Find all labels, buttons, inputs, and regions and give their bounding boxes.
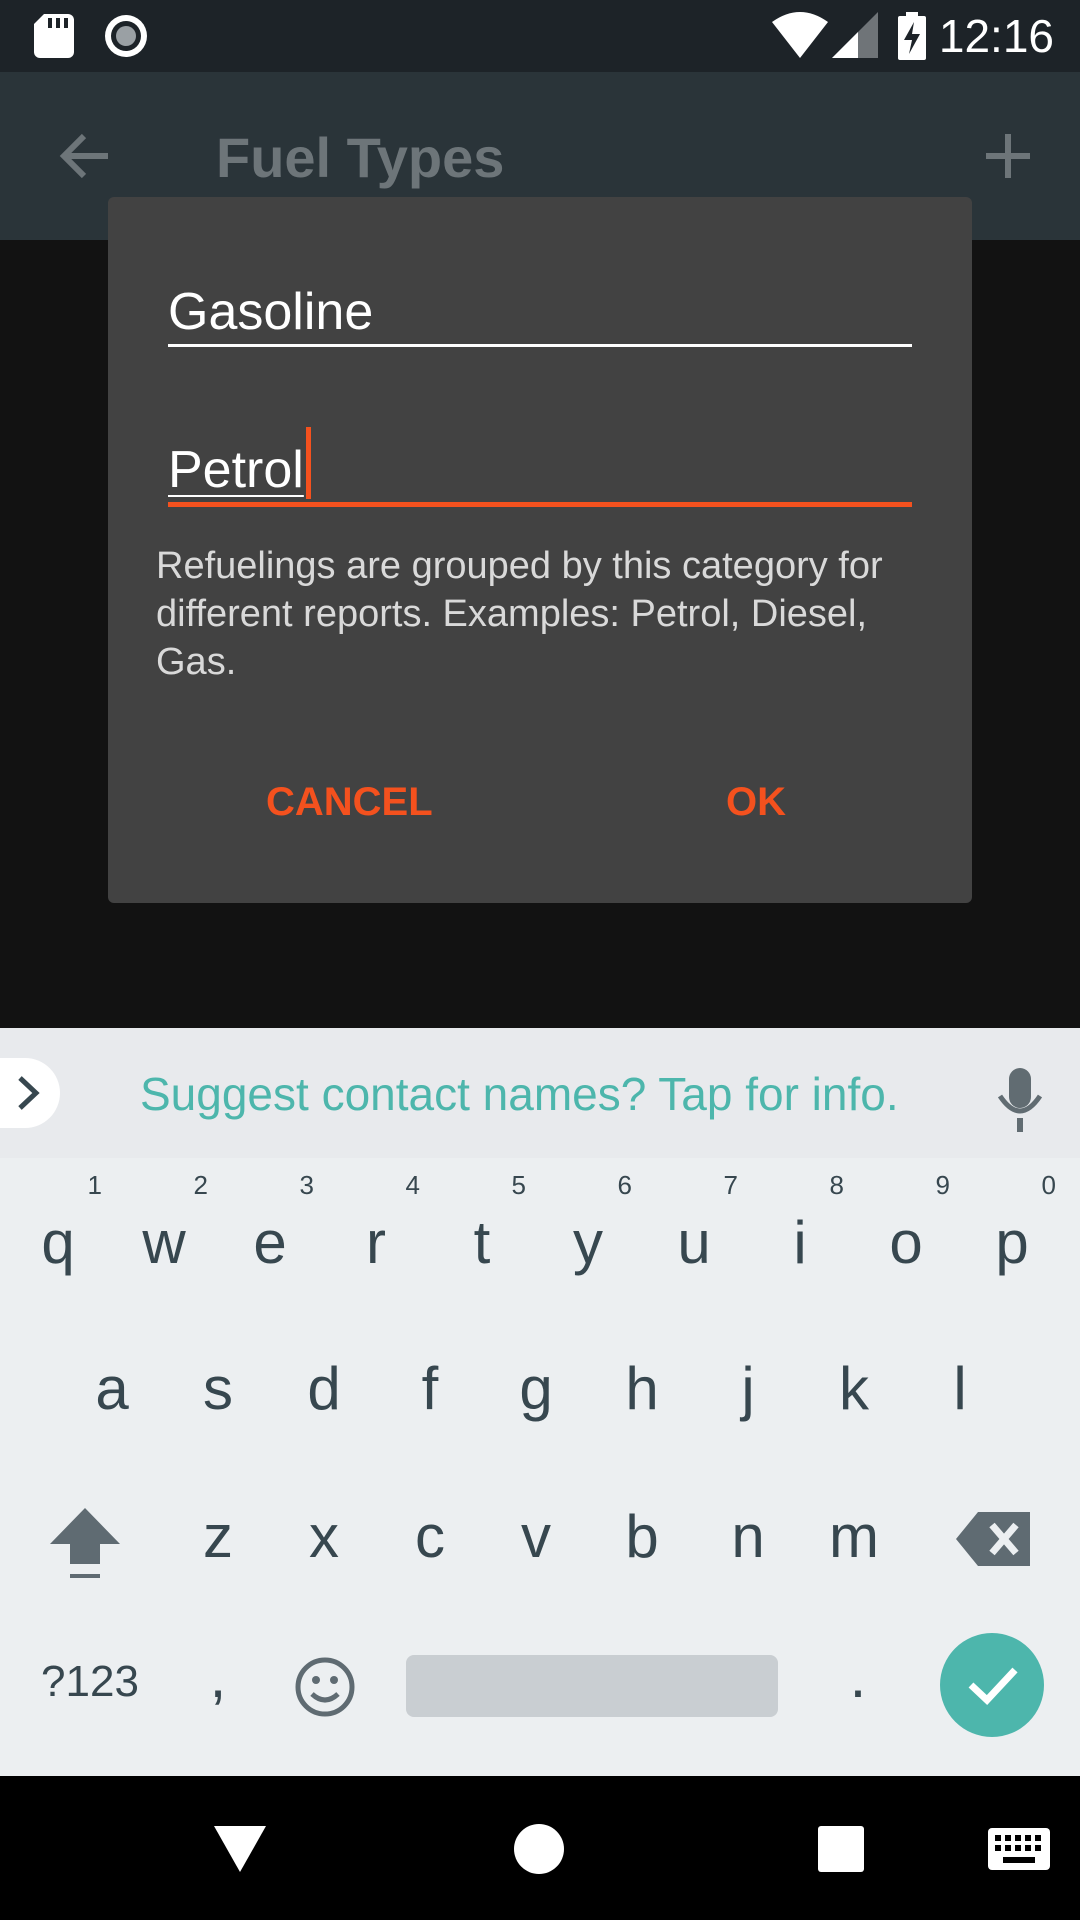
key-comma[interactable]: , bbox=[178, 1642, 258, 1712]
key-i[interactable]: i8 bbox=[760, 1170, 844, 1278]
key-c[interactable]: c bbox=[390, 1502, 470, 1572]
key-z[interactable]: z bbox=[178, 1502, 258, 1572]
name-field[interactable]: Gasoline bbox=[168, 282, 912, 362]
key-p[interactable]: p0 bbox=[972, 1170, 1056, 1278]
helper-text: Refuelings are grouped by this category … bbox=[156, 545, 883, 683]
space-bar[interactable] bbox=[406, 1655, 778, 1717]
key-x[interactable]: x bbox=[284, 1502, 364, 1572]
suggestion-text[interactable]: Suggest contact names? Tap for info. bbox=[140, 1068, 899, 1120]
key-h[interactable]: h bbox=[602, 1354, 682, 1424]
expand-toolbar-button[interactable] bbox=[0, 1058, 60, 1128]
soft-keyboard: Suggest contact names? Tap for info. q1 … bbox=[0, 1028, 1080, 1776]
key-r[interactable]: r4 bbox=[336, 1170, 420, 1278]
back-triangle-icon[interactable] bbox=[214, 1826, 266, 1872]
clock: 12:16 bbox=[938, 10, 1054, 62]
page-title: Fuel Types bbox=[216, 126, 505, 189]
key-f[interactable]: f bbox=[390, 1354, 470, 1424]
key-o[interactable]: o9 bbox=[866, 1170, 950, 1278]
key-y[interactable]: y6 bbox=[548, 1170, 632, 1278]
emoji-icon[interactable] bbox=[294, 1656, 356, 1718]
fuel-type-dialog: Gasoline Petrol Refuelings are grouped b… bbox=[108, 197, 972, 903]
key-v[interactable]: v bbox=[496, 1502, 576, 1572]
sd-card-icon bbox=[34, 14, 74, 58]
wifi-icon bbox=[772, 12, 828, 58]
navigation-bar bbox=[0, 1776, 1080, 1920]
name-field-underline bbox=[168, 344, 912, 347]
suggestion-strip: Suggest contact names? Tap for info. bbox=[0, 1028, 1080, 1158]
key-q[interactable]: q1 bbox=[18, 1170, 102, 1278]
ok-button[interactable]: OK bbox=[726, 777, 786, 827]
key-l[interactable]: l bbox=[920, 1354, 1000, 1424]
done-button[interactable] bbox=[940, 1633, 1044, 1737]
text-cursor bbox=[305, 427, 311, 499]
record-icon bbox=[105, 15, 147, 57]
key-period[interactable]: . bbox=[818, 1642, 898, 1712]
battery-charging-icon bbox=[898, 12, 926, 60]
keyboard-icon[interactable] bbox=[988, 1828, 1050, 1870]
key-w[interactable]: w2 bbox=[124, 1170, 208, 1278]
recents-square-icon[interactable] bbox=[818, 1826, 864, 1872]
category-field[interactable]: Petrol bbox=[168, 422, 912, 508]
key-s[interactable]: s bbox=[178, 1354, 258, 1424]
microphone-icon[interactable] bbox=[996, 1068, 1044, 1132]
chevron-right-icon bbox=[18, 1076, 40, 1110]
cancel-button[interactable]: CANCEL bbox=[266, 777, 433, 827]
category-field-underline bbox=[168, 502, 912, 507]
key-n[interactable]: n bbox=[708, 1502, 788, 1572]
status-bar: 12:16 bbox=[0, 0, 1080, 72]
key-j[interactable]: j bbox=[708, 1354, 788, 1424]
plus-icon[interactable] bbox=[986, 134, 1030, 178]
name-field-value: Gasoline bbox=[168, 283, 374, 341]
key-b[interactable]: b bbox=[602, 1502, 682, 1572]
key-m[interactable]: m bbox=[814, 1502, 894, 1572]
home-circle-icon[interactable] bbox=[514, 1824, 564, 1874]
key-d[interactable]: d bbox=[284, 1354, 364, 1424]
category-field-value: Petrol bbox=[168, 427, 311, 500]
checkmark-icon bbox=[968, 1667, 1018, 1705]
key-g[interactable]: g bbox=[496, 1354, 576, 1424]
key-e[interactable]: e3 bbox=[230, 1170, 314, 1278]
key-k[interactable]: k bbox=[814, 1354, 894, 1424]
shift-icon[interactable] bbox=[48, 1506, 122, 1582]
key-u[interactable]: u7 bbox=[654, 1170, 738, 1278]
backspace-icon[interactable] bbox=[956, 1512, 1030, 1566]
key-t[interactable]: t5 bbox=[442, 1170, 526, 1278]
arrow-back-icon[interactable] bbox=[58, 130, 110, 182]
key-symbols[interactable]: ?123 bbox=[30, 1656, 150, 1708]
key-a[interactable]: a bbox=[72, 1354, 152, 1424]
signal-icon bbox=[832, 12, 878, 58]
